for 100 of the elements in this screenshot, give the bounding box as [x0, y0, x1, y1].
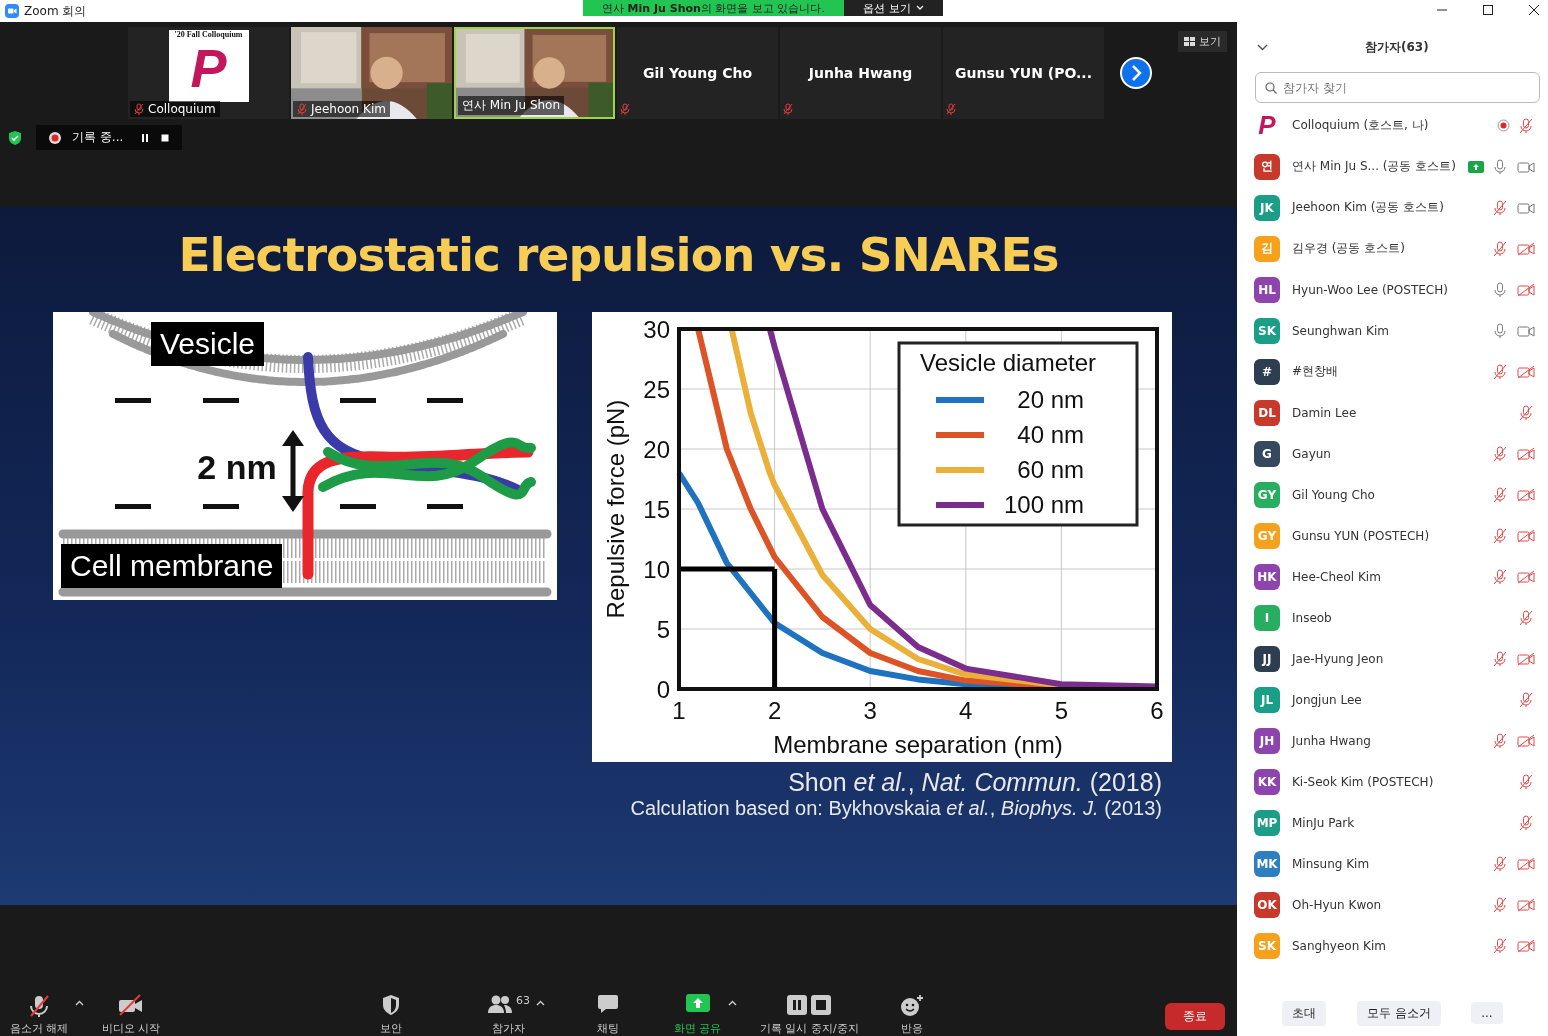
- name-label: Colloquium: [130, 101, 220, 117]
- participant-row[interactable]: MK Minsung Kim: [1237, 843, 1548, 884]
- participant-name: Hee-Cheol Kim: [1292, 569, 1382, 584]
- participant-name: Damin Lee: [1292, 405, 1358, 420]
- avatar: GY: [1254, 522, 1280, 549]
- banner-text: 연사 Min Ju Shon의 화면을 보고 있습니다.: [602, 0, 825, 16]
- avatar: JL: [1254, 686, 1280, 713]
- avatar: JK: [1254, 194, 1280, 221]
- y-tick-label: 10: [643, 556, 670, 583]
- y-tick-label: 25: [643, 376, 670, 403]
- y-tick-label: 20: [643, 436, 670, 463]
- x-tick-label: 6: [1150, 697, 1164, 724]
- participant-name: Junha Hwang: [1292, 733, 1372, 748]
- search-field[interactable]: 참가자 찾기: [1255, 72, 1540, 103]
- participant-name: Gil Young Cho: [1292, 487, 1376, 502]
- video-tile[interactable]: Gunsu YUN (PO...: [943, 27, 1104, 119]
- end-meeting-button[interactable]: 종료: [1165, 1003, 1225, 1030]
- y-tick-label: 0: [656, 676, 670, 703]
- avatar: HL: [1254, 276, 1280, 303]
- x-tick-label: 3: [863, 697, 877, 724]
- participant-row[interactable]: GY Gil Young Cho: [1237, 474, 1548, 515]
- participant-row[interactable]: P Colloquium (호스트, 나): [1237, 105, 1548, 146]
- avatar: OK: [1254, 891, 1280, 918]
- participant-name: 연사 Min Ju S... (공동 호스트): [1292, 158, 1457, 175]
- x-tick-label: 2: [767, 697, 782, 724]
- avatar: I: [1254, 604, 1280, 631]
- toolbar-button[interactable]: 기록 일시 중지/중지: [758, 994, 861, 1036]
- participant-row[interactable]: JH Junha Hwang: [1237, 720, 1548, 761]
- legend-label: 100 nm: [1003, 491, 1084, 518]
- toolbar-button[interactable]: 보안: [378, 994, 404, 1036]
- participant-name: Gayun: [1292, 446, 1332, 461]
- video-tile[interactable]: 연사 Min Ju Shon: [454, 27, 615, 119]
- avatar: KK: [1254, 768, 1280, 795]
- view-options-button[interactable]: 옵션 보기: [844, 0, 943, 16]
- participant-row[interactable]: OK Oh-Hyun Kwon: [1237, 884, 1548, 925]
- x-tick-label: 1: [672, 697, 686, 724]
- avatar: #: [1254, 358, 1280, 385]
- panel-button[interactable]: 모두 음소거: [1356, 1000, 1441, 1026]
- slide-title: Electrostatic repulsion vs. SNAREs: [177, 227, 1060, 282]
- participant-name: Junha Hwang: [808, 65, 913, 81]
- participant-row[interactable]: JJ Jae-Hyung Jeon: [1237, 638, 1548, 679]
- avatar: HK: [1254, 563, 1280, 590]
- video-tile[interactable]: Gil Young Cho: [617, 27, 778, 119]
- participant-row[interactable]: 김 김우경 (공동 호스트): [1237, 228, 1548, 269]
- cell-membrane-label: Cell membrane: [61, 544, 283, 588]
- participant-name: Hyun-Woo Lee (POSTECH): [1292, 282, 1449, 297]
- participant-name: Gunsu YUN (POSTECH): [1292, 528, 1431, 543]
- avatar: JJ: [1254, 645, 1280, 672]
- legend-label: 20 nm: [1017, 386, 1084, 413]
- participant-name: Gil Young Cho: [642, 65, 753, 81]
- toolbar-button[interactable]: 63 참가자: [485, 994, 532, 1036]
- participant-row[interactable]: GY Gunsu YUN (POSTECH): [1237, 515, 1548, 556]
- avatar: G: [1254, 440, 1280, 467]
- participant-row[interactable]: JL Jongjun Lee: [1237, 679, 1548, 720]
- y-axis-title: Repulsive force (pN): [602, 399, 629, 619]
- participant-name: Colloquium (호스트, 나): [1292, 117, 1430, 134]
- participant-row[interactable]: I Inseob: [1237, 597, 1548, 638]
- toolbar-button[interactable]: 반응: [898, 994, 926, 1036]
- participant-name: Inseob: [1292, 610, 1333, 625]
- panel-button[interactable]: ...: [1471, 1002, 1503, 1024]
- participant-name: Jongjun Lee: [1292, 692, 1363, 707]
- citation: Shon et al., Nat. Commun. (2018): [788, 768, 1162, 797]
- name-label: Jeehoon Kim: [293, 101, 390, 117]
- y-tick-label: 15: [643, 496, 670, 523]
- avatar: DL: [1254, 399, 1280, 426]
- participant-row[interactable]: SK Seunghwan Kim: [1237, 310, 1548, 351]
- participant-row[interactable]: KK Ki-Seok Kim (POSTECH): [1237, 761, 1548, 802]
- participant-row[interactable]: MP MinJu Park: [1237, 802, 1548, 843]
- participant-name: Seunghwan Kim: [1292, 323, 1390, 338]
- y-tick-label: 30: [643, 316, 670, 343]
- participant-row[interactable]: 연 연사 Min Ju S... (공동 호스트): [1237, 146, 1548, 187]
- video-tile[interactable]: '20 Fall Colloquium P Colloquium: [128, 27, 289, 119]
- avatar: SK: [1254, 317, 1280, 344]
- participant-row[interactable]: # #현창배: [1237, 351, 1548, 392]
- participant-row[interactable]: HL Hyun-Woo Lee (POSTECH): [1237, 269, 1548, 310]
- toolbar-button[interactable]: 비디오 시작: [100, 994, 163, 1036]
- avatar: MP: [1254, 809, 1280, 836]
- video-tile[interactable]: Jeehoon Kim: [291, 27, 452, 119]
- x-tick-label: 5: [1054, 697, 1069, 724]
- window-title: Zoom 회의: [24, 2, 87, 20]
- distance-label: 2 nm: [197, 448, 277, 486]
- toolbar-button[interactable]: 음소거 해제: [8, 994, 71, 1036]
- participant-row[interactable]: HK Hee-Cheol Kim: [1237, 556, 1548, 597]
- participant-row[interactable]: G Gayun: [1237, 433, 1548, 474]
- panel-title: 참가자(63): [1365, 38, 1429, 56]
- y-tick-label: 5: [656, 616, 670, 643]
- participant-name: Gunsu YUN (PO...: [955, 65, 1092, 81]
- video-tile[interactable]: Junha Hwang: [780, 27, 941, 119]
- participant-row[interactable]: SK Sanghyeon Kim: [1237, 925, 1548, 966]
- avatar: 김: [1254, 235, 1280, 262]
- view-button[interactable]: 보기: [1178, 31, 1227, 52]
- toolbar-button[interactable]: 화면 공유: [672, 994, 724, 1036]
- participant-row[interactable]: DL Damin Lee: [1237, 392, 1548, 433]
- vesicle-label: Vesicle: [151, 322, 265, 366]
- avatar: GY: [1254, 481, 1280, 508]
- toolbar-button[interactable]: 채팅: [595, 994, 621, 1036]
- avatar: SK: [1254, 932, 1280, 959]
- participant-row[interactable]: JK Jeehoon Kim (공동 호스트): [1237, 187, 1548, 228]
- panel-button[interactable]: 초대: [1282, 1000, 1327, 1026]
- legend-label: 60 nm: [1017, 456, 1084, 483]
